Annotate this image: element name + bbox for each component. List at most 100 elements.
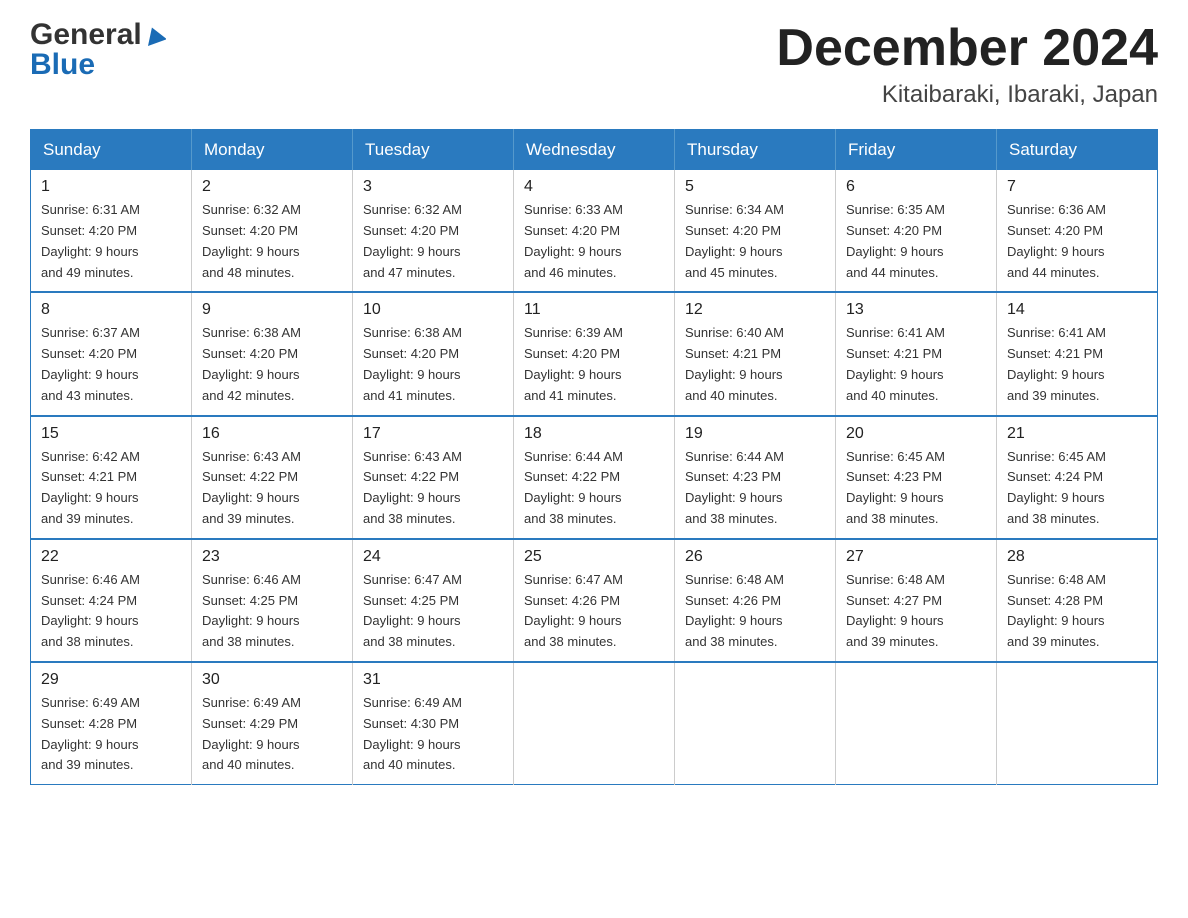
day-number: 22	[41, 548, 181, 566]
col-header-sunday: Sunday	[31, 130, 192, 171]
calendar-cell: 24Sunrise: 6:47 AMSunset: 4:25 PMDayligh…	[353, 539, 514, 662]
calendar-cell: 1 Sunrise: 6:31 AMSunset: 4:20 PMDaylight…	[31, 170, 192, 292]
calendar-cell: 8Sunrise: 6:37 AMSunset: 4:20 PMDaylight…	[31, 292, 192, 415]
calendar-cell	[836, 662, 997, 785]
col-header-saturday: Saturday	[997, 130, 1158, 171]
day-number: 13	[846, 301, 986, 319]
logo: General Blue	[30, 20, 166, 80]
calendar-cell: 13 Sunrise: 6:41 AMSunset: 4:21 PMDayligh…	[836, 292, 997, 415]
day-number: 31	[363, 671, 503, 689]
day-number: 3	[363, 178, 503, 196]
calendar-cell: 29Sunrise: 6:49 AMSunset: 4:28 PMDayligh…	[31, 662, 192, 785]
day-number: 14	[1007, 301, 1147, 319]
calendar-cell: 19 Sunrise: 6:44 AMSunset: 4:23 PMDayligh…	[675, 416, 836, 539]
calendar-table: SundayMondayTuesdayWednesdayThursdayFrid…	[30, 129, 1158, 785]
day-info: Sunrise: 6:37 AMSunset: 4:20 PMDaylight:…	[41, 323, 181, 406]
calendar-cell: 5 Sunrise: 6:34 AMSunset: 4:20 PMDaylight…	[675, 170, 836, 292]
day-info: Sunrise: 6:47 AMSunset: 4:26 PMDaylight:…	[524, 570, 664, 653]
day-number: 23	[202, 548, 342, 566]
day-info: Sunrise: 6:48 AMSunset: 4:28 PMDaylight:…	[1007, 570, 1147, 653]
calendar-cell: 3 Sunrise: 6:32 AMSunset: 4:20 PMDaylight…	[353, 170, 514, 292]
day-number: 27	[846, 548, 986, 566]
calendar-cell: 7 Sunrise: 6:36 AMSunset: 4:20 PMDaylight…	[997, 170, 1158, 292]
day-number: 20	[846, 425, 986, 443]
day-info: Sunrise: 6:43 AMSunset: 4:22 PMDaylight:…	[202, 447, 342, 530]
col-header-wednesday: Wednesday	[514, 130, 675, 171]
day-number: 24	[363, 548, 503, 566]
day-number: 1	[41, 178, 181, 196]
calendar-week-row: 1 Sunrise: 6:31 AMSunset: 4:20 PMDaylight…	[31, 170, 1158, 292]
calendar-cell: 18 Sunrise: 6:44 AMSunset: 4:22 PMDayligh…	[514, 416, 675, 539]
day-info: Sunrise: 6:46 AMSunset: 4:24 PMDaylight:…	[41, 570, 181, 653]
calendar-cell: 23 Sunrise: 6:46 AMSunset: 4:25 PMDayligh…	[192, 539, 353, 662]
day-info: Sunrise: 6:46 AMSunset: 4:25 PMDaylight:…	[202, 570, 342, 653]
day-info: Sunrise: 6:32 AMSunset: 4:20 PMDaylight:…	[363, 200, 503, 283]
day-info: Sunrise: 6:49 AMSunset: 4:30 PMDaylight:…	[363, 693, 503, 776]
day-info: Sunrise: 6:41 AMSunset: 4:21 PMDaylight:…	[846, 323, 986, 406]
col-header-tuesday: Tuesday	[353, 130, 514, 171]
calendar-cell: 15 Sunrise: 6:42 AMSunset: 4:21 PMDayligh…	[31, 416, 192, 539]
day-info: Sunrise: 6:31 AMSunset: 4:20 PMDaylight:…	[41, 200, 181, 283]
day-info: Sunrise: 6:49 AMSunset: 4:29 PMDaylight:…	[202, 693, 342, 776]
calendar-cell: 30Sunrise: 6:49 AMSunset: 4:29 PMDayligh…	[192, 662, 353, 785]
calendar-cell: 26 Sunrise: 6:48 AMSunset: 4:26 PMDayligh…	[675, 539, 836, 662]
calendar-cell: 16 Sunrise: 6:43 AMSunset: 4:22 PMDayligh…	[192, 416, 353, 539]
calendar-cell: 20 Sunrise: 6:45 AMSunset: 4:23 PMDayligh…	[836, 416, 997, 539]
calendar-week-row: 22 Sunrise: 6:46 AMSunset: 4:24 PMDayligh…	[31, 539, 1158, 662]
day-number: 7	[1007, 178, 1147, 196]
day-number: 10	[363, 301, 503, 319]
calendar-cell: 22 Sunrise: 6:46 AMSunset: 4:24 PMDayligh…	[31, 539, 192, 662]
day-info: Sunrise: 6:48 AMSunset: 4:27 PMDaylight:…	[846, 570, 986, 653]
day-number: 16	[202, 425, 342, 443]
day-info: Sunrise: 6:44 AMSunset: 4:23 PMDaylight:…	[685, 447, 825, 530]
calendar-cell: 6Sunrise: 6:35 AMSunset: 4:20 PMDaylight…	[836, 170, 997, 292]
calendar-cell: 31 Sunrise: 6:49 AMSunset: 4:30 PMDayligh…	[353, 662, 514, 785]
day-info: Sunrise: 6:34 AMSunset: 4:20 PMDaylight:…	[685, 200, 825, 283]
day-number: 5	[685, 178, 825, 196]
day-info: Sunrise: 6:42 AMSunset: 4:21 PMDaylight:…	[41, 447, 181, 530]
day-number: 12	[685, 301, 825, 319]
day-number: 11	[524, 301, 664, 319]
calendar-cell: 2 Sunrise: 6:32 AMSunset: 4:20 PMDaylight…	[192, 170, 353, 292]
day-number: 19	[685, 425, 825, 443]
day-info: Sunrise: 6:45 AMSunset: 4:23 PMDaylight:…	[846, 447, 986, 530]
day-number: 18	[524, 425, 664, 443]
day-info: Sunrise: 6:40 AMSunset: 4:21 PMDaylight:…	[685, 323, 825, 406]
day-info: Sunrise: 6:48 AMSunset: 4:26 PMDaylight:…	[685, 570, 825, 653]
calendar-cell: 12 Sunrise: 6:40 AMSunset: 4:21 PMDayligh…	[675, 292, 836, 415]
day-info: Sunrise: 6:36 AMSunset: 4:20 PMDaylight:…	[1007, 200, 1147, 283]
page-subtitle: Kitaibaraki, Ibaraki, Japan	[776, 81, 1158, 109]
day-number: 2	[202, 178, 342, 196]
calendar-cell	[675, 662, 836, 785]
logo-general-text: General	[30, 20, 166, 50]
calendar-cell: 4 Sunrise: 6:33 AMSunset: 4:20 PMDaylight…	[514, 170, 675, 292]
day-info: Sunrise: 6:44 AMSunset: 4:22 PMDaylight:…	[524, 447, 664, 530]
title-block: December 2024 Kitaibaraki, Ibaraki, Japa…	[776, 20, 1158, 109]
calendar-cell: 11 Sunrise: 6:39 AMSunset: 4:20 PMDayligh…	[514, 292, 675, 415]
day-number: 17	[363, 425, 503, 443]
page-header: General Blue December 2024 Kitaibaraki, …	[30, 20, 1158, 109]
day-info: Sunrise: 6:41 AMSunset: 4:21 PMDaylight:…	[1007, 323, 1147, 406]
day-info: Sunrise: 6:38 AMSunset: 4:20 PMDaylight:…	[363, 323, 503, 406]
logo-blue-text: Blue	[30, 50, 166, 80]
col-header-thursday: Thursday	[675, 130, 836, 171]
calendar-cell	[514, 662, 675, 785]
day-info: Sunrise: 6:32 AMSunset: 4:20 PMDaylight:…	[202, 200, 342, 283]
page-title: December 2024	[776, 20, 1158, 77]
calendar-cell: 17 Sunrise: 6:43 AMSunset: 4:22 PMDayligh…	[353, 416, 514, 539]
calendar-cell: 25Sunrise: 6:47 AMSunset: 4:26 PMDayligh…	[514, 539, 675, 662]
calendar-cell: 10 Sunrise: 6:38 AMSunset: 4:20 PMDayligh…	[353, 292, 514, 415]
col-header-friday: Friday	[836, 130, 997, 171]
day-number: 29	[41, 671, 181, 689]
day-number: 4	[524, 178, 664, 196]
day-info: Sunrise: 6:43 AMSunset: 4:22 PMDaylight:…	[363, 447, 503, 530]
day-number: 26	[685, 548, 825, 566]
calendar-week-row: 15 Sunrise: 6:42 AMSunset: 4:21 PMDayligh…	[31, 416, 1158, 539]
day-info: Sunrise: 6:39 AMSunset: 4:20 PMDaylight:…	[524, 323, 664, 406]
calendar-cell: 27 Sunrise: 6:48 AMSunset: 4:27 PMDayligh…	[836, 539, 997, 662]
calendar-cell: 9Sunrise: 6:38 AMSunset: 4:20 PMDaylight…	[192, 292, 353, 415]
day-number: 15	[41, 425, 181, 443]
day-number: 6	[846, 178, 986, 196]
day-info: Sunrise: 6:33 AMSunset: 4:20 PMDaylight:…	[524, 200, 664, 283]
day-number: 28	[1007, 548, 1147, 566]
